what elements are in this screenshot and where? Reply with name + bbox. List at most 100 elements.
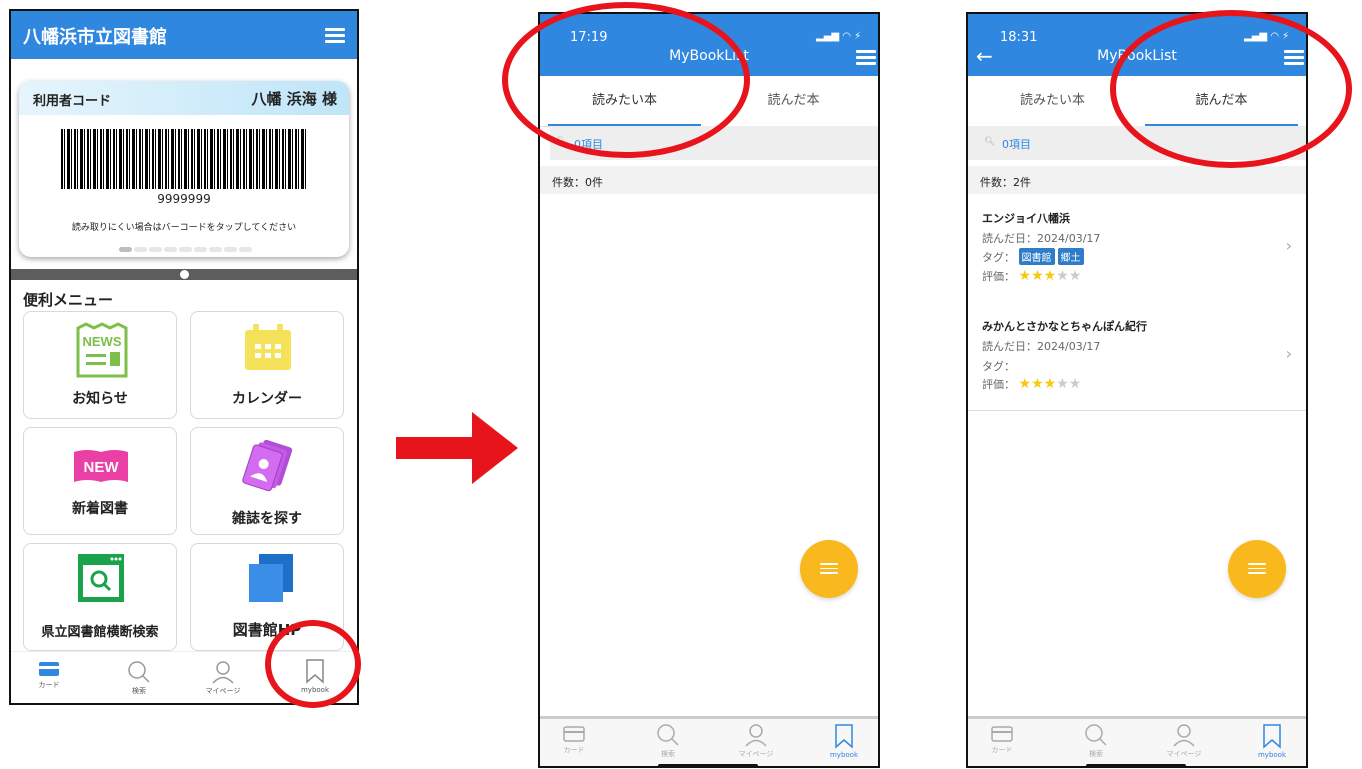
card-page-indicator [119,237,254,256]
person-icon [745,724,767,747]
star-empty-icon: ★ [1056,268,1069,284]
star-filled-icon: ★ [1043,268,1057,284]
tile-new-books[interactable]: NEW 新着図書 [23,427,177,535]
chevron-right-icon: › [1285,236,1292,255]
tab-label: 読みたい本 [1019,93,1085,108]
tile-label: カレンダー [232,391,302,407]
pages-icon [249,554,293,602]
nav-label: カード [38,681,60,689]
star-rating: ★★★★★ [1018,268,1082,284]
count-row: 件数：0件 [540,166,878,194]
book-title: エンジョイ八幡浜 [982,212,1070,225]
bookmark-icon [835,724,853,749]
app-header: 八幡浜市立図書館 [11,11,357,59]
tile-news[interactable]: NEWS お知らせ [23,311,177,419]
library-home-screen: 八幡浜市立図書館 利用者コード 八幡 浜海 様 9999999 読み取りにくい場… [9,9,359,705]
book-title: みかんとさかなとちゃんぽん紀行 [982,320,1147,333]
nav-label: マイページ [1166,750,1202,758]
nav-card[interactable]: カード [19,660,79,690]
list-item[interactable]: みかんとさかなとちゃんぽん紀行 読んだ日：2024/03/17 タグ： 評価： … [968,302,1306,411]
nav-card[interactable]: カード [544,725,604,755]
nav-mypage[interactable]: マイページ [726,723,786,759]
nav-card[interactable]: カード [972,725,1032,755]
tile-prefectural-search[interactable]: 県立図書館横断検索 [23,543,177,651]
star-empty-icon: ★ [1068,268,1082,284]
news-icon: NEWS [76,322,128,378]
home-indicator [658,764,758,766]
tab-label: 読んだ本 [767,93,820,108]
news-badge-text: NEWS [83,334,122,349]
star-filled-icon: ★ [1043,376,1057,392]
nav-label: 検索 [661,750,675,758]
star-filled-icon: ★ [1018,268,1032,284]
tile-calendar[interactable]: カレンダー [190,311,344,419]
search-icon [1085,724,1107,746]
nav-label: マイページ [738,750,774,758]
tag-chip[interactable]: 郷土 [1057,248,1084,265]
bottom-nav: カード 検索 マイページ mybook [968,716,1306,766]
star-empty-icon: ★ [1068,376,1082,392]
rating-row: 評価： ★★★★★ [982,376,1081,392]
star-filled-icon: ★ [1031,376,1044,392]
list-item[interactable]: エンジョイ八幡浜 読んだ日：2024/03/17 タグ： 図書館 郷土 評価： ★… [968,194,1306,303]
read-date: 読んだ日：2024/03/17 [982,232,1101,245]
nav-label: カード [563,746,585,754]
search-icon: 🔍︎ [984,137,996,147]
browser-search-icon [78,554,124,602]
status-time: 18:31 [1000,30,1038,45]
card-icon [991,726,1013,742]
arrow-right-icon [396,412,518,484]
nav-label: mybook [1257,751,1287,759]
fab-menu-button[interactable] [800,540,858,598]
menu-icon [1248,563,1266,578]
nav-label: 検索 [132,687,146,695]
person-icon [212,661,234,684]
nav-mypage[interactable]: マイページ [193,660,253,696]
nav-search[interactable]: 検索 [109,660,169,696]
status-icons: ▂▄▆ ◠ ⚡ [816,31,862,42]
tags-row: タグ： 図書館 郷土 [982,248,1087,265]
tags-row: タグ： [982,358,1015,374]
star-rating: ★★★★★ [1018,376,1082,392]
carousel-dot[interactable] [180,270,189,279]
star-empty-icon: ★ [1056,376,1069,392]
hamburger-menu-icon[interactable] [325,28,345,43]
tag-chip[interactable]: 図書館 [1018,248,1055,265]
barcode-number: 9999999 [157,192,211,206]
menu-icon [820,563,838,578]
tile-magazines[interactable]: 雑誌を探す [190,427,344,535]
new-badge-icon: NEW [74,450,128,482]
barcode[interactable] [61,129,307,189]
home-indicator [1086,764,1186,766]
count-text: 件数：0件 [552,176,603,189]
search-icon [657,724,679,746]
rating-row: 評価： ★★★★★ [982,268,1081,284]
new-badge-text: NEW [84,459,120,476]
magazine-icon [242,439,293,492]
fab-menu-button[interactable] [1228,540,1286,598]
star-filled-icon: ★ [1018,376,1032,392]
highlight-ring-mybook [265,620,361,708]
bookmark-icon [1263,724,1281,749]
library-card[interactable]: 利用者コード 八幡 浜海 様 9999999 読み取りにくい場合はバーコードをタ… [19,81,349,257]
app-title: 八幡浜市立図書館 [23,27,167,48]
nav-search[interactable]: 検索 [1066,723,1126,759]
tag-label: タグ： [982,360,1015,373]
card-icon [39,662,59,676]
nav-mybook[interactable]: mybook [1242,723,1302,759]
card-icon [563,726,585,742]
highlight-ring-want-tab [502,2,750,158]
search-icon [128,661,150,683]
calendar-icon [245,324,291,370]
highlight-ring-read-tab [1110,10,1352,168]
nav-mybook[interactable]: mybook [814,723,874,759]
nav-search[interactable]: 検索 [638,723,698,759]
barcode-hint: 読み取りにくい場合はバーコードをタップしてください [71,223,297,233]
hamburger-menu-icon[interactable] [856,50,876,65]
nav-mypage[interactable]: マイページ [1154,723,1214,759]
bottom-nav: カード 検索 マイページ mybook [540,716,878,766]
nav-label: 検索 [1089,750,1103,758]
chevron-right-icon: › [1285,344,1292,363]
nav-label: マイページ [205,687,241,695]
person-icon [1173,724,1195,747]
